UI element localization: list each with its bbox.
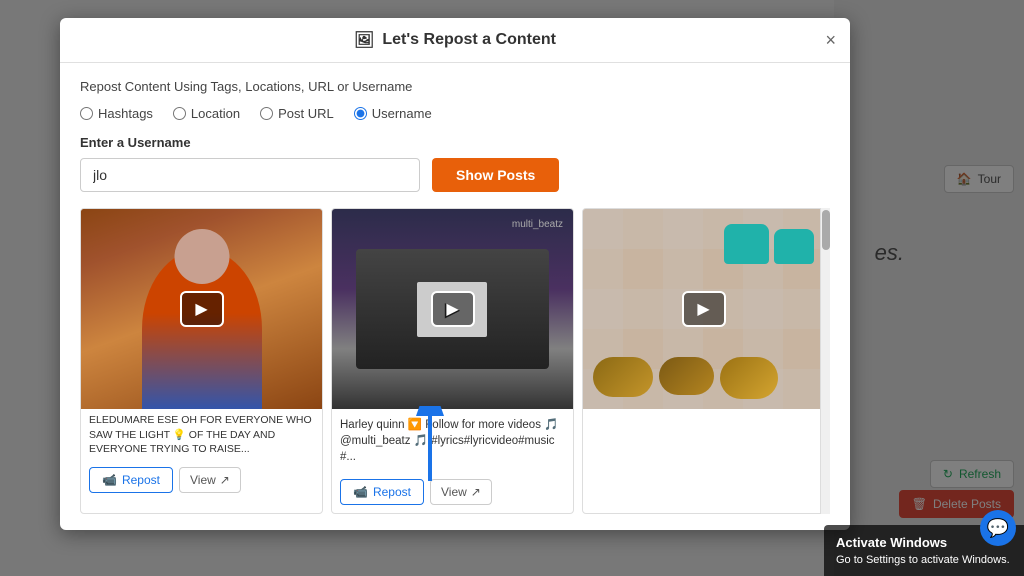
post-card-3: ▶ <box>582 208 825 514</box>
modal-title: 🖼 Let's Repost a Content <box>354 30 556 50</box>
post-card-1: ▶ ELEDUMARE ESE OH FOR EVERYONE WHO SAW … <box>80 208 323 514</box>
username-input[interactable] <box>80 158 420 192</box>
post-actions-1: 📹 Repost View ↗ <box>81 461 322 501</box>
scroll-thumb <box>822 210 830 250</box>
close-button[interactable]: × <box>825 31 836 49</box>
play-icon-1: ▶ <box>180 291 224 327</box>
post-caption-1: ELEDUMARE ESE OH FOR EVERYONE WHO SAW TH… <box>81 409 322 461</box>
arrow-annotation <box>400 406 460 491</box>
post-image-2: ▶ multi_beatz ▶ <box>332 209 573 409</box>
modal-header: 🖼 Let's Repost a Content × <box>60 18 850 63</box>
external-link-icon-1: ↗ <box>220 473 230 487</box>
subtitle: Repost Content Using Tags, Locations, UR… <box>80 79 830 94</box>
post-image-3: ▶ <box>583 209 824 409</box>
repost-icon-1: 📹 <box>102 473 117 487</box>
radio-group: Hashtags Location Post URL Username <box>80 106 830 121</box>
show-posts-button[interactable]: Show Posts <box>432 158 559 192</box>
play-icon-2: ▶ <box>431 291 475 327</box>
play-icon-3: ▶ <box>682 291 726 327</box>
blue-circle-button[interactable]: 💬 <box>980 510 1016 546</box>
input-row: Show Posts <box>80 158 830 192</box>
repost-icon-2: 📹 <box>353 485 368 499</box>
radio-hashtags[interactable]: Hashtags <box>80 106 153 121</box>
radio-post-url[interactable]: Post URL <box>260 106 334 121</box>
repost-button-1[interactable]: 📹 Repost <box>89 467 173 493</box>
windows-activate-subtitle: Go to Settings to activate Windows. <box>836 554 1012 566</box>
chat-icon: 💬 <box>987 518 1009 539</box>
radio-location[interactable]: Location <box>173 106 240 121</box>
image-icon: 🖼 <box>354 30 374 50</box>
external-link-icon-2: ↗ <box>471 485 481 499</box>
radio-username[interactable]: Username <box>354 106 432 121</box>
post-image-1: ▶ <box>81 209 322 409</box>
scrollbar[interactable] <box>820 208 830 514</box>
input-label: Enter a Username <box>80 135 830 150</box>
view-button-1[interactable]: View ↗ <box>179 467 241 493</box>
